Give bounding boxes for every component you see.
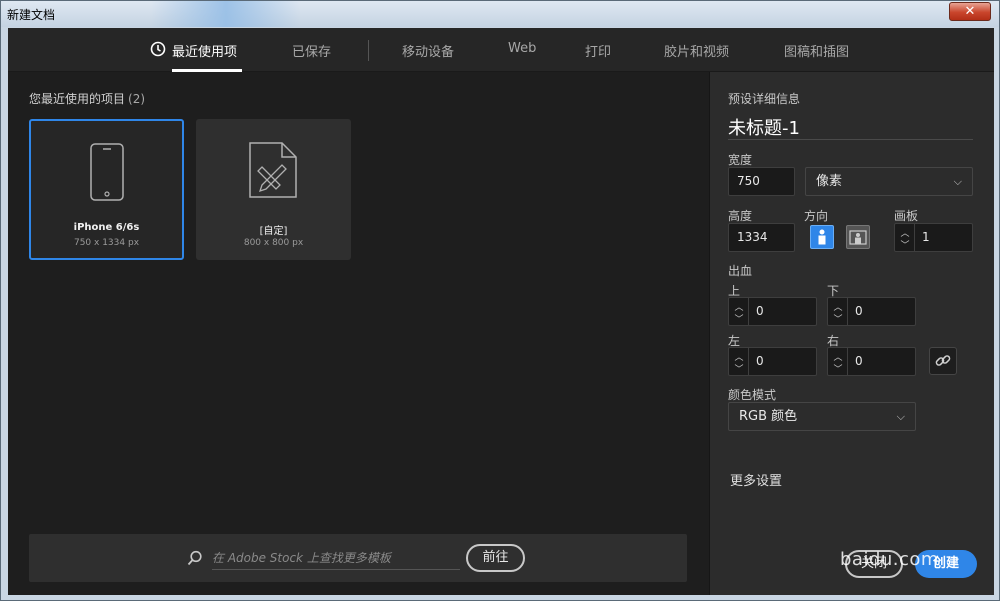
chevron-down-icon[interactable]: ﹀ [832,362,844,375]
bleed-bottom-value: 0 [855,304,863,318]
width-label: 宽度 [728,153,753,167]
bleed-right-value: 0 [855,354,863,368]
card-name: [自定] [259,226,288,237]
preset-card-iphone[interactable]: iPhone 6/6s 750 x 1334 px [29,119,184,260]
stock-search-input[interactable] [212,546,460,570]
bleed-top-value: 0 [756,304,764,318]
width-field[interactable]: 750 [728,167,795,196]
tab-saved[interactable]: 已保存 [292,41,331,60]
orientation-label: 方向 [804,209,829,223]
link-icon [935,355,951,366]
bleed-left-stepper[interactable]: ︿ ﹀ 0 [728,347,817,376]
bleed-bottom-stepper[interactable]: ︿ ﹀ 0 [827,297,916,326]
color-mode-value: RGB 颜色 [739,409,798,424]
document-name[interactable]: 未标题-1 [728,114,800,140]
unit-dropdown[interactable]: 像素 ⌵ [805,167,973,196]
bleed-label: 出血 [728,264,753,278]
artboard-value: 1 [922,230,930,244]
preset-card-custom[interactable]: [自定] 800 x 800 px [196,119,351,260]
portrait-icon [818,229,826,245]
chevron-down-icon[interactable]: ﹀ [733,312,745,325]
artboard-stepper[interactable]: ︿ ﹀ 1 [894,223,973,252]
stepper-arrows[interactable]: ︿ ﹀ [895,224,915,251]
chevron-down-icon: ⌵ [896,410,905,423]
recent-title-text: 您最近使用的项目 [29,92,126,106]
chevron-up-icon[interactable]: ︿ [733,350,745,363]
title-underline [728,139,973,140]
preset-details-panel: 预设详细信息 未标题-1 宽度 750 像素 ⌵ 高度 方向 画板 1334 ︿… [709,72,994,595]
bleed-right-stepper[interactable]: ︿ ﹀ 0 [827,347,916,376]
chevron-down-icon: ⌵ [953,175,962,188]
window-title: 新建文档 [7,8,56,22]
link-bleed-button[interactable] [929,347,957,375]
title-bar[interactable]: 新建文档 ✕ [1,1,999,27]
bleed-top-stepper[interactable]: ︿ ﹀ 0 [728,297,817,326]
tab-web[interactable]: Web [508,41,536,56]
stepper-arrows[interactable]: ︿ ﹀ [828,298,848,325]
chevron-down-icon[interactable]: ﹀ [899,238,911,251]
unit-value: 像素 [816,174,843,189]
chevron-down-icon[interactable]: ﹀ [733,362,745,375]
stepper-arrows[interactable]: ︿ ﹀ [729,298,749,325]
clock-icon [150,41,166,57]
card-size: 750 x 1334 px [73,238,140,248]
stepper-arrows[interactable]: ︿ ﹀ [729,348,749,375]
window-close-button[interactable]: ✕ [949,2,991,21]
custom-doc-icon [249,142,297,198]
chevron-up-icon[interactable]: ︿ [832,350,844,363]
color-mode-dropdown[interactable]: RGB 颜色 ⌵ [728,402,916,431]
chevron-down-icon[interactable]: ﹀ [832,312,844,325]
tab-recent[interactable]: 最近使用项 [172,41,237,60]
height-field[interactable]: 1334 [728,223,795,252]
landscape-icon [849,230,867,245]
tab-film-video[interactable]: 胶片和视频 [664,41,729,60]
stepper-arrows[interactable]: ︿ ﹀ [828,348,848,375]
portrait-orientation-button[interactable] [810,225,834,249]
artboard-label: 画板 [894,209,919,223]
dialog-client: 最近使用项 已保存 移动设备 Web 打印 胶片和视频 图稿和插图 您最近使用的… [8,28,994,595]
chevron-up-icon[interactable]: ︿ [733,300,745,313]
chevron-up-icon[interactable]: ︿ [832,300,844,313]
more-settings-link[interactable]: 更多设置 [730,470,782,489]
recent-count: (2) [128,92,146,106]
tab-art-illustration[interactable]: 图稿和插图 [784,41,849,60]
new-document-dialog: 新建文档 ✕ 最近使用项 已保存 移动设备 Web 打印 胶片和视频 图稿和插图… [0,0,1000,601]
preset-details-label: 预设详细信息 [728,92,801,106]
titlebar-decoration [151,1,301,27]
landscape-orientation-button[interactable] [846,225,870,249]
tab-separator [368,40,369,61]
bleed-left-value: 0 [756,354,764,368]
card-size: 800 x 800 px [243,238,304,248]
watermark-text: baidu.com [840,549,939,570]
recent-items-area: 您最近使用的项目 (2) iPhone 6/6s 750 x 1334 px [… [8,72,709,595]
tab-mobile[interactable]: 移动设备 [402,41,454,60]
category-tabs: 最近使用项 已保存 移动设备 Web 打印 胶片和视频 图稿和插图 [8,28,994,72]
chevron-up-icon[interactable]: ︿ [899,226,911,239]
phone-icon [90,143,124,201]
recent-section-title: 您最近使用的项目 (2) [29,90,145,107]
stock-search-bar: 前往 [29,534,687,582]
go-button[interactable]: 前往 [466,544,525,572]
search-icon [187,550,202,566]
card-name: iPhone 6/6s [73,222,140,233]
height-label: 高度 [728,209,753,223]
tab-print[interactable]: 打印 [585,41,611,60]
color-mode-label: 颜色模式 [728,388,777,402]
